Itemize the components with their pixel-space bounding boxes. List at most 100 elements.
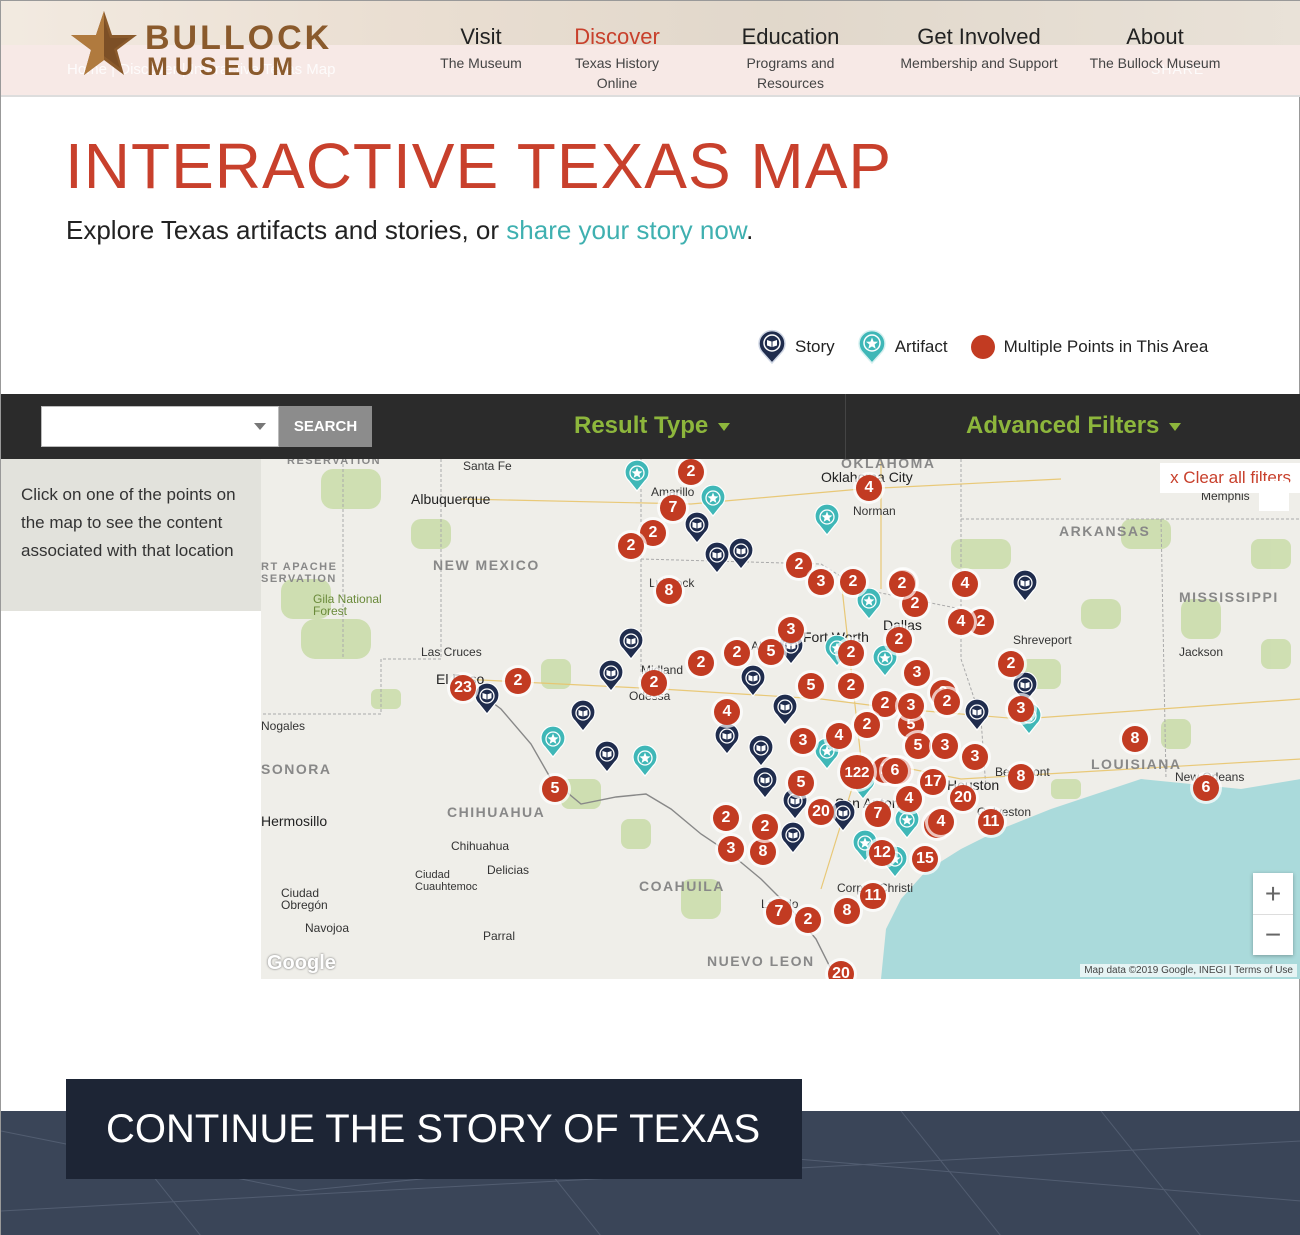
story-pin-icon[interactable] xyxy=(728,537,754,570)
cluster-marker[interactable]: 11 xyxy=(978,809,1004,835)
cluster-marker[interactable]: 4 xyxy=(856,475,882,501)
story-pin-icon[interactable] xyxy=(748,734,774,767)
story-pin-icon[interactable] xyxy=(1012,569,1038,602)
cluster-marker[interactable]: 2 xyxy=(889,571,915,597)
cluster-marker[interactable]: 4 xyxy=(826,723,852,749)
cluster-marker[interactable]: 5 xyxy=(905,733,931,759)
cluster-marker[interactable]: 3 xyxy=(808,569,834,595)
story-pin-icon[interactable] xyxy=(740,664,766,697)
cluster-marker[interactable]: 3 xyxy=(790,728,816,754)
cluster-marker[interactable]: 8 xyxy=(1008,764,1034,790)
cluster-marker[interactable]: 17 xyxy=(920,769,946,795)
cluster-marker[interactable]: 7 xyxy=(660,495,686,521)
fullscreen-icon[interactable] xyxy=(1259,481,1289,511)
share-your-story-link[interactable]: share your story now xyxy=(506,215,746,245)
story-pin-icon[interactable] xyxy=(964,698,990,731)
cluster-marker[interactable]: 2 xyxy=(886,627,912,653)
story-pin-icon[interactable] xyxy=(714,722,740,755)
chevron-down-icon[interactable] xyxy=(254,423,266,430)
cluster-marker[interactable]: 2 xyxy=(505,668,531,694)
cluster-marker[interactable]: 122 xyxy=(840,755,874,789)
story-pin-icon[interactable] xyxy=(780,821,806,854)
bullock-museum-logo[interactable]: BULLOCK MUSEUM xyxy=(69,9,329,81)
cluster-marker[interactable]: 2 xyxy=(786,552,812,578)
story-pin-icon[interactable] xyxy=(474,682,500,715)
cluster-marker[interactable]: 4 xyxy=(948,609,974,635)
cluster-marker[interactable]: 3 xyxy=(904,660,930,686)
cluster-marker[interactable]: 4 xyxy=(896,786,922,812)
cluster-marker[interactable]: 2 xyxy=(795,907,821,933)
cluster-marker[interactable]: 20 xyxy=(808,799,834,825)
cluster-marker[interactable]: 2 xyxy=(840,569,866,595)
cluster-marker[interactable]: 2 xyxy=(641,670,667,696)
zoom-out-button[interactable]: − xyxy=(1253,914,1293,955)
cluster-marker[interactable]: 8 xyxy=(656,578,682,604)
cluster-marker[interactable]: 15 xyxy=(912,846,938,872)
result-type-dropdown[interactable]: Result Type xyxy=(574,412,731,440)
cluster-marker[interactable]: 8 xyxy=(834,898,860,924)
cluster-marker[interactable]: 3 xyxy=(932,733,958,759)
cluster-marker[interactable]: 2 xyxy=(724,640,750,666)
story-pin-icon[interactable] xyxy=(594,740,620,773)
zoom-in-button[interactable]: + xyxy=(1253,873,1293,914)
cluster-marker[interactable]: 4 xyxy=(952,571,978,597)
story-pin-icon[interactable] xyxy=(598,659,624,692)
cluster-marker[interactable]: 3 xyxy=(962,744,988,770)
cluster-marker[interactable]: 3 xyxy=(1008,696,1034,722)
cluster-marker[interactable]: 2 xyxy=(713,805,739,831)
cluster-marker[interactable]: 5 xyxy=(542,776,568,802)
cluster-marker[interactable]: 7 xyxy=(766,899,792,925)
cluster-marker[interactable]: 3 xyxy=(898,693,924,719)
cluster-marker[interactable]: 3 xyxy=(778,617,804,643)
search-button[interactable]: SEARCH xyxy=(279,406,372,447)
cluster-marker[interactable]: 7 xyxy=(865,801,891,827)
cluster-marker[interactable]: 2 xyxy=(998,651,1024,677)
google-logo[interactable]: Google xyxy=(267,952,336,975)
artifact-pin-icon[interactable] xyxy=(540,725,566,758)
story-pin-icon[interactable] xyxy=(704,541,730,574)
cluster-marker[interactable]: 5 xyxy=(788,770,814,796)
nav-visit[interactable]: Visit The Museum xyxy=(440,23,522,73)
artifact-pin-icon[interactable] xyxy=(632,744,658,777)
story-pin-icon[interactable] xyxy=(684,511,710,544)
cluster-marker[interactable]: 3 xyxy=(718,836,744,862)
cluster-marker[interactable]: 2 xyxy=(640,520,666,546)
cluster-marker[interactable]: 5 xyxy=(758,639,784,665)
cluster-marker[interactable]: 8 xyxy=(750,839,776,865)
story-pin-icon[interactable] xyxy=(618,627,644,660)
search-input[interactable] xyxy=(41,406,279,447)
cluster-marker[interactable]: 2 xyxy=(838,640,864,666)
interactive-map[interactable]: NEW MEXICO ARKANSAS MISSISSIPPI LOUISIAN… xyxy=(261,459,1300,979)
nav-education[interactable]: Education Programs and Resources xyxy=(712,23,869,93)
cluster-marker[interactable]: 2 xyxy=(934,689,960,715)
cluster-marker[interactable]: 2 xyxy=(688,650,714,676)
cluster-marker[interactable]: 12 xyxy=(869,840,895,866)
cluster-marker[interactable]: 20 xyxy=(950,785,976,811)
cluster-marker[interactable]: 5 xyxy=(798,673,824,699)
cluster-marker[interactable]: 23 xyxy=(450,675,476,701)
cluster-marker[interactable]: 2 xyxy=(854,712,880,738)
cluster-marker[interactable]: 8 xyxy=(1122,726,1148,752)
cluster-marker[interactable]: 2 xyxy=(872,691,898,717)
map-credit[interactable]: Map data ©2019 Google, INEGI | Terms of … xyxy=(1080,964,1297,977)
story-pin-icon[interactable] xyxy=(772,693,798,726)
nav-get-involved[interactable]: Get Involved Membership and Support xyxy=(899,23,1059,73)
cluster-marker[interactable]: 4 xyxy=(714,699,740,725)
story-pin-icon[interactable] xyxy=(830,799,856,832)
cluster-marker[interactable]: 2 xyxy=(752,814,778,840)
cluster-marker[interactable]: 11 xyxy=(860,883,886,909)
continue-story-banner[interactable]: CONTINUE THE STORY OF TEXAS xyxy=(66,1079,802,1179)
cluster-marker[interactable]: 6 xyxy=(882,758,908,784)
cluster-marker[interactable]: 2 xyxy=(678,459,704,485)
cluster-marker[interactable]: 2 xyxy=(618,533,644,559)
artifact-pin-icon[interactable] xyxy=(814,503,840,536)
cluster-marker[interactable]: 2 xyxy=(838,673,864,699)
story-pin-icon[interactable] xyxy=(570,699,596,732)
artifact-pin-icon[interactable] xyxy=(624,459,650,492)
cluster-marker[interactable]: 4 xyxy=(928,809,954,835)
story-pin-icon[interactable] xyxy=(752,766,778,799)
nav-about[interactable]: About The Bullock Museum xyxy=(1089,23,1221,73)
advanced-filters-dropdown[interactable]: Advanced Filters xyxy=(966,412,1182,440)
cluster-marker[interactable]: 6 xyxy=(1193,775,1219,801)
nav-discover[interactable]: Discover Texas History Online xyxy=(553,23,681,93)
